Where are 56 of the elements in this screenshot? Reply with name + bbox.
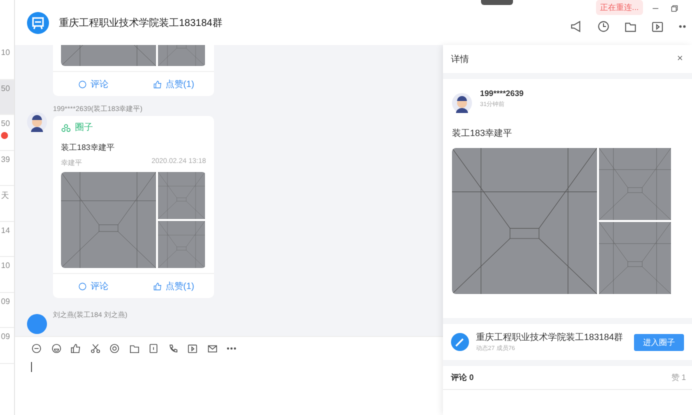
document-icon[interactable] [148, 343, 159, 354]
conversation-time: 09 [1, 332, 10, 341]
conversation-time: 10 [1, 261, 10, 270]
thumbs-up-icon[interactable] [70, 343, 81, 354]
phone-icon[interactable] [168, 343, 178, 354]
user-avatar[interactable] [452, 93, 472, 113]
scissors-icon[interactable] [90, 343, 100, 354]
conversation-item[interactable]: 39 [0, 150, 14, 186]
conversation-time: 39 [1, 154, 10, 164]
emoji-icon[interactable] [50, 343, 62, 354]
conversation-item[interactable]: 10 [0, 257, 14, 292]
comments-count[interactable]: 评论 0 [451, 372, 474, 383]
user-avatar[interactable] [27, 112, 47, 132]
conversation-time: 10 [1, 48, 10, 57]
chat-title: 重庆工程职业技术学院装工183184群 [59, 16, 224, 30]
panel-title: 详情 [451, 52, 469, 66]
comment-button[interactable]: 评论 [53, 78, 134, 90]
post-text: 装工183幸建平 [452, 127, 514, 140]
conversation-time: 50 [1, 119, 10, 128]
close-icon[interactable] [676, 54, 684, 62]
like-button[interactable]: 点赞(1) [134, 280, 214, 292]
comment-icon[interactable] [78, 282, 88, 290]
handle-bar [481, 0, 513, 5]
mail-icon[interactable] [206, 343, 218, 354]
easel-icon [27, 12, 49, 34]
conversation-item[interactable]: 09 [0, 328, 14, 364]
conversation-item[interactable]: 天 [0, 186, 14, 222]
video-icon[interactable] [651, 20, 664, 33]
conversation-item[interactable]: 50 [0, 115, 14, 150]
post-tag: 圈子 [75, 121, 93, 134]
comment-icon[interactable] [78, 80, 88, 88]
conversation-time: 天 [1, 190, 9, 201]
reconnecting-badge: 正在重连... [596, 0, 643, 15]
folder-icon[interactable] [624, 20, 637, 33]
conversation-time: 50 [1, 84, 10, 92]
megaphone-icon[interactable] [570, 20, 583, 33]
enter-circle-button[interactable]: 进入圈子 [634, 334, 684, 350]
restore-icon[interactable] [670, 4, 679, 13]
folder-icon[interactable] [128, 343, 140, 354]
text-cursor [31, 362, 32, 372]
conversation-time: 14 [1, 226, 10, 234]
clock-icon[interactable] [597, 20, 610, 33]
post-title: 装工183幸建平 [61, 142, 116, 153]
like-button[interactable]: 点赞(1) [134, 78, 214, 90]
conversation-item[interactable]: 09 [0, 292, 14, 328]
likes-count[interactable]: 赞 1 [671, 372, 686, 383]
conversation-time: 09 [1, 296, 10, 306]
comment-button[interactable]: 评论 [53, 280, 134, 292]
pen-icon [451, 333, 469, 351]
conversation-item[interactable]: 50 [0, 80, 14, 115]
user-name: 199****2639 [480, 89, 524, 98]
thumbs-up-icon[interactable] [153, 80, 162, 88]
thumbs-up-icon[interactable] [153, 282, 162, 290]
conversation-item[interactable]: 14 [0, 222, 14, 257]
group-name: 重庆工程职业技术学院装工183184群 [476, 331, 624, 344]
video-icon[interactable] [187, 343, 198, 354]
